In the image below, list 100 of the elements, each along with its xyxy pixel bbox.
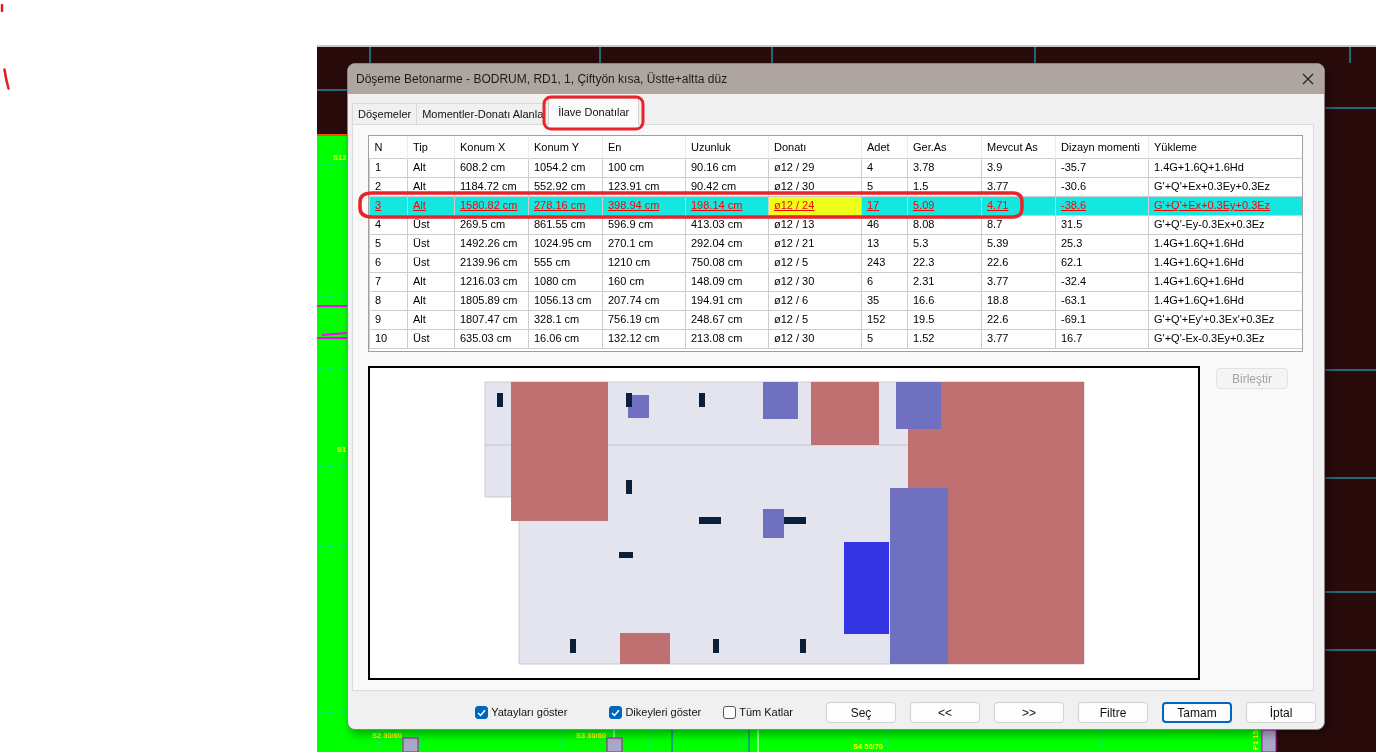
column-header[interactable]: Uzunluk	[685, 136, 769, 158]
table-cell: 194.91 cm	[685, 291, 769, 310]
table-cell: 5	[369, 234, 408, 253]
checkbox-label[interactable]: Yatayları göster	[491, 704, 568, 721]
table-cell: 1.4G+1.6Q+1.6Hd	[1148, 158, 1302, 177]
table-cell: 100 cm	[602, 158, 686, 177]
column-header[interactable]: Adet	[861, 136, 908, 158]
filter-button[interactable]: Filtre	[1078, 702, 1148, 723]
checkmark-icon	[611, 708, 621, 717]
table-cell: 22.6	[981, 310, 1056, 329]
tab[interactable]: Döşemeler	[352, 103, 418, 124]
table-cell: 243	[861, 253, 908, 272]
table-cell: 1080 cm	[528, 272, 603, 291]
table-cell: 1	[369, 158, 408, 177]
table-cell: 270.1 cm	[602, 234, 686, 253]
table-cell: 555 cm	[528, 253, 603, 272]
table-cell: G'+Q'-Ey-0.3Ex+0.3Ez	[1148, 215, 1302, 234]
previous-button[interactable]: <<	[910, 702, 980, 723]
table-cell: 6	[861, 272, 908, 291]
table-cell: 756.19 cm	[602, 310, 686, 329]
column-header[interactable]: Ger.As	[907, 136, 982, 158]
table-cell: 1807.47 cm	[454, 310, 529, 329]
table-cell: 1.52	[907, 329, 982, 348]
select-button[interactable]: Seç	[826, 702, 896, 723]
cancel-button[interactable]: İptal	[1246, 702, 1316, 723]
checkbox[interactable]	[609, 706, 623, 719]
pen-mark-icon	[0, 4, 4, 12]
beam-line	[317, 305, 348, 307]
table-cell: 35	[861, 291, 908, 310]
table-cell: 1492.26 cm	[454, 234, 529, 253]
checkbox-label[interactable]: Tüm Katlar	[739, 704, 793, 721]
table-cell: 3	[369, 196, 408, 215]
column-symbol	[606, 737, 623, 752]
table-cell: 3.9	[981, 158, 1056, 177]
table-cell: 160 cm	[602, 272, 686, 291]
ok-button[interactable]: Tamam	[1162, 702, 1232, 723]
table-cell: Alt	[407, 158, 455, 177]
checkbox[interactable]	[475, 706, 489, 719]
table-cell: ø12 / 30	[768, 272, 862, 291]
table-cell: -63.1	[1055, 291, 1149, 310]
column-header[interactable]: Konum Y	[528, 136, 603, 158]
table-cell: 635.03 cm	[454, 329, 529, 348]
window-title: Döşeme Betonarme - BODRUM, RD1, 1, Çiftyön kısa, Üstte+altta düz	[356, 71, 728, 88]
column-header[interactable]: Mevcut As	[981, 136, 1056, 158]
table-cell: 1054.2 cm	[528, 158, 603, 177]
table-cell: 207.74 cm	[602, 291, 686, 310]
table-cell: 213.08 cm	[685, 329, 769, 348]
table-cell: 248.67 cm	[685, 310, 769, 329]
table-cell: Alt	[407, 272, 455, 291]
table-cell: ø12 / 30	[768, 329, 862, 348]
column-header[interactable]: Konum X	[454, 136, 529, 158]
table-cell: 750.08 cm	[685, 253, 769, 272]
table-cell: 132.12 cm	[602, 329, 686, 348]
table-cell: 22.3	[907, 253, 982, 272]
column-header[interactable]: N	[369, 136, 408, 158]
close-icon[interactable]	[1302, 73, 1314, 85]
checkbox-label[interactable]: Dikeyleri göster	[625, 704, 702, 721]
table-cell: 2139.96 cm	[454, 253, 529, 272]
table-cell: 608.2 cm	[454, 158, 529, 177]
table-cell: 148.09 cm	[685, 272, 769, 291]
table-cell: Üst	[407, 234, 455, 253]
table-cell: 13	[861, 234, 908, 253]
table-cell: 90.16 cm	[685, 158, 769, 177]
table-cell: ø12 / 6	[768, 291, 862, 310]
table-cell: 5	[861, 329, 908, 348]
table-cell: 3.77	[981, 272, 1056, 291]
table-cell: 19.5	[907, 310, 982, 329]
table-cell: 1056.13 cm	[528, 291, 603, 310]
table-cell: 292.04 cm	[685, 234, 769, 253]
table-cell: 16.06 cm	[528, 329, 603, 348]
table-cell: 9	[369, 310, 408, 329]
column-header[interactable]: Yükleme	[1148, 136, 1302, 158]
table-row[interactable]: 1 Alt 608.2 cm 1054.2 cm 100 cm 90.16 cm ø12 / 29 4 3.78 3.9 -35.7 1.4G+1.6Q+1.6Hd	[369, 158, 1302, 177]
table-cell: 5.3	[907, 234, 982, 253]
column-header[interactable]: Donatı	[768, 136, 862, 158]
table-cell: -35.7	[1055, 158, 1149, 177]
table-cell: Alt	[407, 310, 455, 329]
table-cell: 16.6	[907, 291, 982, 310]
table-cell: 16.7	[1055, 329, 1149, 348]
table-cell: 18.8	[981, 291, 1056, 310]
table-cell: 25.3	[1055, 234, 1149, 253]
checkbox[interactable]	[723, 706, 737, 719]
table-cell: -32.4	[1055, 272, 1149, 291]
table-cell: ø12 / 29	[768, 158, 862, 177]
table-cell: 1024.95 cm	[528, 234, 603, 253]
column-header[interactable]: Dizayn momenti	[1055, 136, 1149, 158]
table-cell: 22.6	[981, 253, 1056, 272]
table-cell: 3.77	[981, 329, 1056, 348]
column-header[interactable]: En	[602, 136, 686, 158]
table-cell: ø12 / 5	[768, 253, 862, 272]
column-header[interactable]: Tip	[407, 136, 455, 158]
table-cell: 1805.89 cm	[454, 291, 529, 310]
next-button[interactable]: >>	[994, 702, 1064, 723]
table-cell: -69.1	[1055, 310, 1149, 329]
table-cell: 328.1 cm	[528, 310, 603, 329]
tab[interactable]: İlave Donatılar	[548, 98, 640, 125]
table-cell: 2.31	[907, 272, 982, 291]
table-cell: -30.6	[1055, 177, 1149, 196]
table-cell: Alt	[407, 291, 455, 310]
table-cell: 62.1	[1055, 253, 1149, 272]
